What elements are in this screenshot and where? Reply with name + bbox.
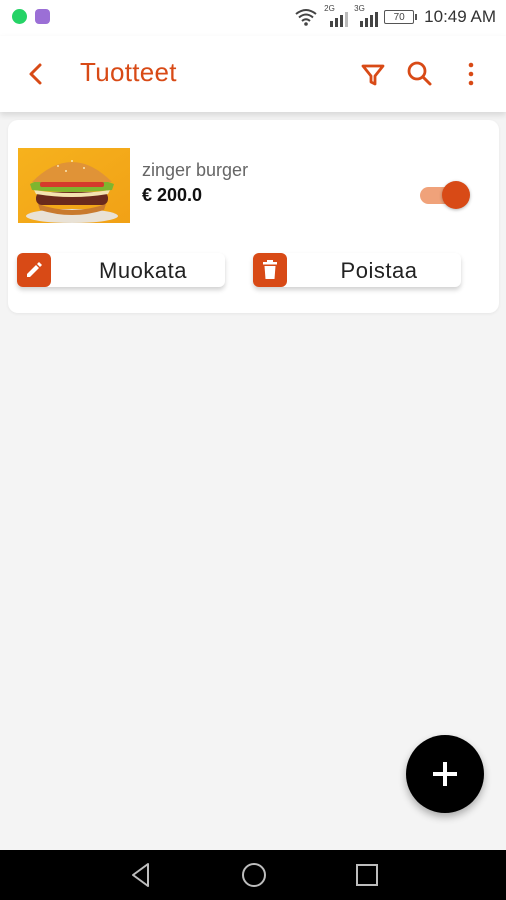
nav-recent-icon (356, 864, 378, 886)
filter-icon (361, 64, 385, 86)
battery-icon: 70 (384, 10, 418, 24)
system-status: 2G 3G 70 10:49 AM (294, 4, 496, 27)
back-button[interactable] (22, 58, 52, 90)
delete-icon-box (253, 253, 287, 287)
trash-icon (263, 260, 277, 279)
edit-label: Muokata (99, 258, 187, 283)
wifi-icon (295, 9, 317, 26)
nav-back-button[interactable] (128, 861, 156, 889)
nav-recent-button[interactable] (353, 861, 381, 889)
burger-image (18, 148, 130, 223)
edit-button[interactable]: Muokata (17, 253, 225, 287)
add-product-button[interactable] (406, 735, 484, 813)
plus-icon (433, 762, 457, 786)
more-options-button[interactable] (458, 58, 488, 90)
notification-icons (12, 9, 50, 24)
clock: 10:49 AM (424, 7, 496, 26)
product-card: zinger burger € 200.0 Muokata Poistaa (8, 120, 499, 313)
nav-back-icon (132, 863, 149, 887)
viber-icon (35, 9, 50, 24)
edit-icon-box (17, 253, 51, 287)
search-icon (407, 61, 432, 86)
toggle-thumb (442, 181, 470, 209)
product-price: € 200.0 (142, 185, 203, 205)
filter-button[interactable] (358, 58, 388, 90)
delete-label: Poistaa (340, 258, 418, 283)
signal-2g-icon: 2G (324, 4, 349, 27)
more-vert-icon (468, 62, 474, 86)
whatsapp-icon (12, 9, 27, 24)
status-bar: 2G 3G 70 10:49 AM (0, 0, 506, 36)
system-nav-bar (0, 850, 506, 900)
back-arrow-icon (29, 63, 42, 85)
app-bar: Tuotteet (0, 36, 506, 112)
availability-toggle[interactable] (418, 180, 472, 210)
delete-button[interactable]: Poistaa (253, 253, 461, 287)
nav-home-button[interactable] (240, 861, 268, 889)
search-button[interactable] (404, 58, 434, 90)
page-title: Tuotteet (80, 57, 177, 87)
signal-3g-icon: 3G (354, 4, 379, 27)
nav-home-icon (242, 863, 266, 887)
pencil-icon (27, 262, 42, 277)
product-name: zinger burger (142, 160, 249, 180)
